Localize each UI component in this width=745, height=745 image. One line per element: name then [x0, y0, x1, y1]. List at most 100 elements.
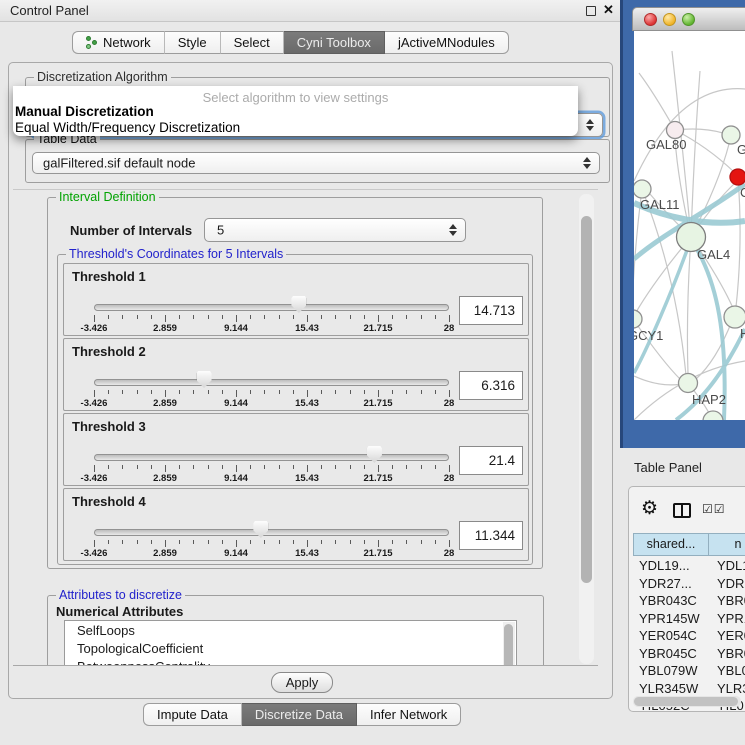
cell-name: YER0 [717, 628, 745, 643]
threshold-label: Threshold 3 [72, 419, 146, 434]
threshold-value-field[interactable]: 14.713 [459, 296, 523, 325]
tick-label: 2.859 [153, 548, 177, 559]
tick-label: -3.426 [81, 548, 108, 559]
tick-mark [364, 465, 365, 469]
apply-button[interactable]: Apply [271, 672, 333, 693]
tick-mark [208, 540, 209, 544]
tick-mark [122, 465, 123, 469]
tick-label: 9.144 [224, 323, 248, 334]
node-gcy1[interactable] [634, 310, 642, 328]
tick-mark [279, 390, 280, 394]
network-icon [86, 36, 98, 50]
cell-name: YDR2 [717, 576, 745, 591]
list-scrollbar[interactable] [503, 622, 515, 666]
tick-mark [335, 390, 336, 394]
threshold-panel-2: Threshold 2-3.4262.8599.14415.4321.71528… [63, 338, 529, 411]
tick-mark [350, 465, 351, 469]
tick-mark [392, 465, 393, 469]
tick-mark [406, 465, 407, 469]
slider-track[interactable] [94, 304, 449, 311]
table-panel: ⚙ ☑☑ shared...nYDL19...YDL1YDR27...YDR2Y… [628, 486, 745, 712]
tab-label: Impute Data [157, 704, 228, 726]
close-icon[interactable]: ✕ [603, 2, 614, 18]
slider-track[interactable] [94, 529, 449, 536]
node-bottom-partial[interactable] [703, 411, 723, 420]
cyni-toolbox-panel: Discretization Algorithm Table Data galF… [8, 62, 613, 699]
tick-mark [335, 315, 336, 319]
tick-mark [151, 315, 152, 319]
tab-label: Select [234, 32, 270, 54]
dropdown-hint: Select algorithm to view settings [13, 90, 578, 105]
tab-cyni-toolbox[interactable]: Cyni Toolbox [284, 31, 385, 54]
gear-icon[interactable]: ⚙ [641, 497, 658, 520]
cell-name: YBR0 [717, 646, 745, 661]
float-window-icon[interactable] [586, 6, 596, 16]
slider-track[interactable] [94, 379, 449, 386]
table-data-value: galFiltered.sif default node [43, 156, 195, 171]
tick-mark [279, 540, 280, 544]
cell-name: YLR3 [717, 681, 745, 696]
table-horizontal-scrollbar[interactable] [633, 696, 741, 707]
dropdown-option-equal-width[interactable]: Equal Width/Frequency Discretization [15, 120, 240, 135]
tick-label: 15.43 [295, 473, 319, 484]
mac-close-button[interactable] [644, 13, 657, 26]
tick-mark [208, 390, 209, 394]
tick-label: 21.715 [363, 548, 392, 559]
mac-zoom-button[interactable] [682, 13, 695, 26]
tick-mark [94, 315, 95, 322]
table-data-combo[interactable]: galFiltered.sif default node [32, 152, 600, 174]
tick-mark [293, 390, 294, 394]
tick-mark [179, 540, 180, 544]
tick-mark [435, 540, 436, 544]
node-gal80[interactable] [667, 122, 684, 139]
tick-mark [406, 540, 407, 544]
tab-select[interactable]: Select [221, 31, 284, 54]
bottom-tab-bar: Impute Data Discretize DataInfer Network [143, 703, 461, 726]
dropdown-option-manual[interactable]: Manual Discretization [15, 104, 154, 119]
tick-label: 9.144 [224, 548, 248, 559]
column-header-name[interactable]: n [708, 533, 745, 556]
checkbox-icons[interactable]: ☑☑ [702, 502, 726, 516]
tick-mark [193, 540, 194, 544]
node-gal11[interactable] [634, 180, 651, 198]
network-canvas[interactable]: GAL80 G C GAL11 GAL4 GCY1 H HAP2 [634, 31, 745, 420]
list-item[interactable]: SelfLoops [65, 621, 516, 639]
tick-mark [449, 315, 450, 322]
tab-infer-network[interactable]: Infer Network [357, 703, 461, 726]
top-tab-bar: NetworkStyle Select Cyni ToolboxjActiveMNo… [72, 31, 509, 54]
num-intervals-combo[interactable]: 5 [204, 218, 466, 242]
tick-mark [193, 315, 194, 319]
table-panel-titlebar: Table Panel [620, 455, 745, 481]
node-h[interactable] [724, 306, 745, 328]
threshold-value-field[interactable]: 21.4 [459, 446, 523, 475]
attributes-list[interactable]: SelfLoopsTopologicalCoefficientBetweenne… [64, 620, 517, 666]
tab-jactivemnodules[interactable]: jActiveMNodules [385, 31, 509, 54]
network-window-titlebar[interactable] [632, 7, 745, 31]
tick-mark [108, 465, 109, 469]
list-item[interactable]: TopologicalCoefficient [65, 639, 516, 657]
mac-minimize-button[interactable] [663, 13, 676, 26]
panel-scrollbar[interactable] [579, 194, 594, 664]
cell-name: YBR0 [717, 593, 745, 608]
tick-mark [435, 390, 436, 394]
tick-mark [378, 540, 379, 547]
tick-mark [222, 465, 223, 469]
cell-shared-name: YBR043C [639, 593, 697, 608]
tick-mark [350, 390, 351, 394]
tick-mark [307, 465, 308, 472]
tick-mark [137, 390, 138, 394]
tick-mark [250, 465, 251, 469]
list-item[interactable]: BetweennessCentrality [65, 657, 516, 666]
tab-impute-data[interactable]: Impute Data [143, 703, 242, 726]
threshold-value-field[interactable]: 11.344 [459, 521, 523, 550]
node-red-selected[interactable] [730, 169, 745, 185]
threshold-value-field[interactable]: 6.316 [459, 371, 523, 400]
tab-discretize-data[interactable]: Discretize Data [242, 703, 357, 726]
split-column-icon[interactable] [673, 503, 691, 518]
tab-network[interactable]: Network [72, 31, 165, 54]
tick-mark [179, 390, 180, 394]
column-header-shared-name[interactable]: shared... [633, 533, 709, 556]
tab-style[interactable]: Style [165, 31, 221, 54]
slider-track[interactable] [94, 454, 449, 461]
node-hap2[interactable] [679, 374, 698, 393]
